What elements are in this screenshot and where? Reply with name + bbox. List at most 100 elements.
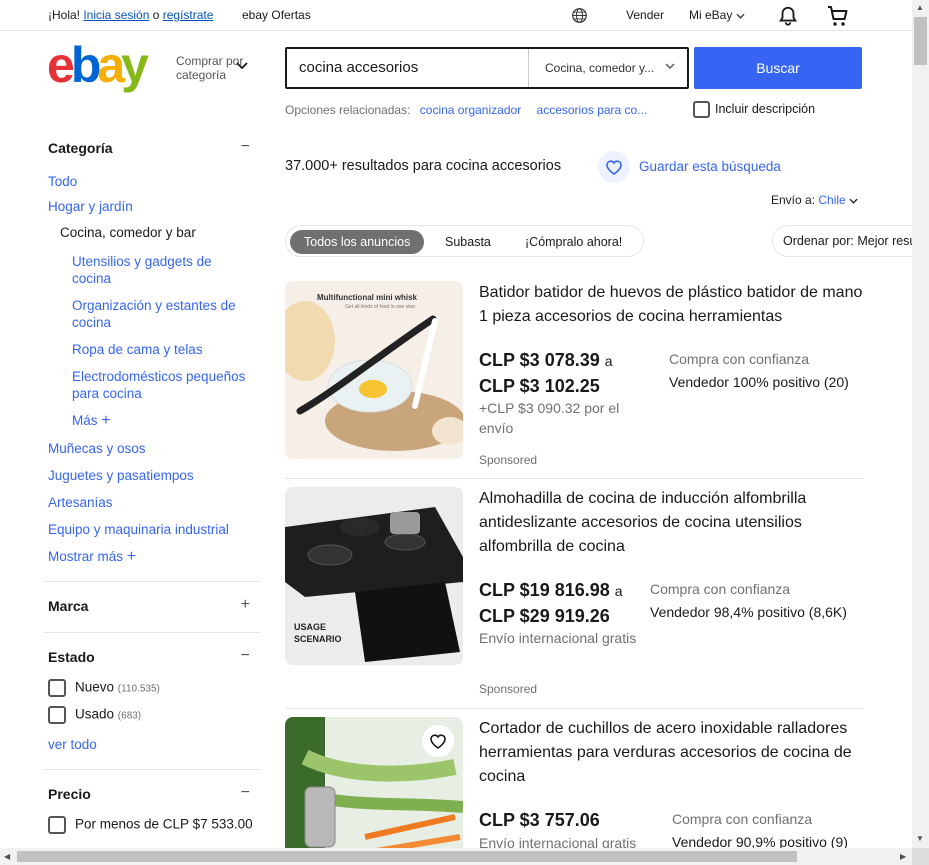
see-all-link[interactable]: ver todo: [44, 736, 97, 753]
horizontal-scroll-thumb[interactable]: [17, 851, 797, 862]
plus-icon: +: [126, 548, 137, 565]
show-more-label: Mostrar más: [48, 549, 124, 564]
item-image[interactable]: Multifunctional mini whisk Get all kinds…: [285, 281, 463, 459]
chevron-down-icon: [236, 62, 248, 70]
category-select[interactable]: Cocina, comedor y...: [528, 49, 689, 87]
sidebar-item-current: Cocina, comedor y bar: [60, 225, 196, 240]
sidebar-subitem-4[interactable]: Electrodomésticos pequeños para cocina: [44, 368, 254, 402]
heart-icon: [606, 160, 622, 175]
ship-to[interactable]: Envío a: Chile: [771, 193, 858, 207]
divider: [44, 769, 260, 770]
price-heading[interactable]: Precio −: [44, 784, 260, 802]
list-item[interactable]: Multifunctional mini whisk Get all kinds…: [285, 281, 864, 471]
item-image[interactable]: [285, 717, 463, 848]
price-option-checkbox[interactable]: Por menos de CLP $7 533.00: [44, 816, 253, 834]
brand-heading-label: Marca: [48, 598, 89, 614]
related-searches: Opciones relacionadas: cocina organizado…: [285, 103, 647, 117]
related-link-1[interactable]: cocina organizador: [420, 103, 521, 117]
sort-dropdown[interactable]: Ordenar por: Mejor resultado: [772, 225, 929, 257]
sidebar-more[interactable]: Más +: [44, 412, 111, 429]
collapse-icon: −: [240, 647, 250, 664]
sponsored-label: Sponsored: [479, 682, 538, 696]
register-link[interactable]: regístrate: [163, 8, 214, 22]
ebay-logo[interactable]: ebay: [47, 42, 169, 94]
image-subcaption: Get all kinds of food in one step: [345, 304, 416, 310]
list-item[interactable]: USAGE SCENARIO Almohadilla de cocina de …: [285, 487, 864, 702]
signin-link[interactable]: Inicia sesión: [83, 8, 149, 22]
scroll-left-arrow-icon[interactable]: ◀: [4, 852, 10, 861]
ship-to-label: Envío a:: [771, 193, 816, 207]
price-heading-label: Precio: [48, 786, 91, 802]
condition-used-checkbox[interactable]: Usado (683): [44, 706, 141, 724]
checkbox-icon: [48, 706, 66, 724]
sidebar-show-more[interactable]: Mostrar más +: [44, 548, 136, 565]
sell-link[interactable]: Vender: [626, 8, 664, 22]
listing-type-tabs: Todos los anuncios Subasta ¡Cómpralo aho…: [285, 225, 644, 257]
related-label: Opciones relacionadas:: [285, 103, 411, 117]
related-link-2[interactable]: accesorios para co...: [537, 103, 648, 117]
greeting-text: ¡Hola!: [48, 8, 84, 22]
search-bar: cocina accesorios Cocina, comedor y...: [285, 47, 689, 89]
search-button[interactable]: Buscar: [694, 47, 862, 89]
seller-rating: Vendedor 98,4% positivo (8,6K): [650, 604, 847, 620]
tab-buy-it-now[interactable]: ¡Cómpralo ahora!: [525, 230, 622, 254]
sidebar-item-dolls[interactable]: Muñecas y osos: [44, 440, 146, 457]
condition-heading[interactable]: Estado −: [44, 647, 260, 665]
save-search-link[interactable]: Guardar esta búsqueda: [639, 159, 781, 174]
sponsored-label: Sponsored: [479, 453, 538, 467]
include-description-checkbox[interactable]: Incluir descripción: [693, 101, 815, 118]
price-option-label: Por menos de CLP $7 533.00: [75, 816, 253, 832]
condition-heading-label: Estado: [48, 649, 95, 665]
sidebar-subitem-2[interactable]: Organización y estantes de cocina: [44, 297, 254, 331]
price-low: CLP $19 816.98: [479, 580, 610, 600]
chevron-down-icon: [665, 63, 675, 69]
vertical-scroll-thumb[interactable]: [914, 17, 927, 65]
sidebar-item-parent[interactable]: Hogar y jardín: [44, 198, 133, 215]
myebay-menu[interactable]: Mi eBay: [689, 8, 745, 22]
item-title[interactable]: Almohadilla de cocina de inducción alfom…: [479, 487, 864, 559]
condition-new-checkbox[interactable]: Nuevo (110.535): [44, 679, 160, 697]
sidebar-subitem-1[interactable]: Utensilios y gadgets de cocina: [44, 253, 254, 287]
svg-text:ebay: ebay: [47, 42, 149, 93]
sidebar-subitem-3[interactable]: Ropa de cama y telas: [44, 341, 254, 358]
price-range-separator: a: [614, 583, 623, 599]
tab-all-listings[interactable]: Todos los anuncios: [290, 230, 425, 254]
checkbox-icon: [48, 816, 66, 834]
cart-icon[interactable]: [826, 4, 850, 28]
deals-link[interactable]: ebay Ofertas: [242, 8, 311, 22]
expand-icon: +: [240, 596, 250, 613]
collapse-icon: −: [240, 138, 250, 155]
save-search-heart[interactable]: [598, 151, 630, 183]
item-image[interactable]: USAGE SCENARIO: [285, 487, 463, 665]
sidebar-item-all[interactable]: Todo: [44, 173, 77, 190]
sidebar-item-toys[interactable]: Juguetes y pasatiempos: [44, 467, 194, 484]
scroll-up-arrow-icon[interactable]: ▲: [916, 3, 924, 12]
shop-by-category-label: Comprar por categoría: [176, 54, 244, 82]
watch-heart-button[interactable]: [422, 725, 454, 757]
chevron-down-icon: [849, 198, 858, 204]
sidebar-item-industrial[interactable]: Equipo y maquinaria industrial: [44, 521, 229, 538]
search-input[interactable]: cocina accesorios: [299, 59, 418, 76]
trust-label: Compra con confianza: [650, 581, 791, 597]
item-price: CLP $19 816.98 a CLP $29 919.26: [479, 578, 623, 629]
item-price: CLP $3 757.06: [479, 810, 600, 830]
condition-label: Usado: [75, 706, 115, 722]
sidebar-item-crafts[interactable]: Artesanías: [44, 494, 113, 511]
horizontal-scrollbar[interactable]: ◀ ▶: [0, 848, 912, 865]
brand-heading[interactable]: Marca +: [44, 596, 260, 614]
bell-icon[interactable]: [777, 5, 799, 27]
item-title[interactable]: Cortador de cuchillos de acero inoxidabl…: [479, 717, 864, 789]
shop-by-category[interactable]: Comprar por categoría: [176, 54, 251, 82]
item-title[interactable]: Batidor batidor de huevos de plástico ba…: [479, 281, 864, 329]
vertical-scrollbar[interactable]: ▲ ▼: [912, 0, 929, 848]
or-text: o: [149, 8, 163, 22]
item-shipping: Envío internacional gratis: [479, 630, 637, 646]
list-item[interactable]: Cortador de cuchillos de acero inoxidabl…: [285, 717, 864, 848]
scroll-right-arrow-icon[interactable]: ▶: [900, 852, 906, 861]
scroll-down-arrow-icon[interactable]: ▼: [916, 834, 924, 843]
category-heading[interactable]: Categoría −: [44, 138, 260, 156]
ship-to-value[interactable]: Chile: [818, 193, 845, 207]
tab-auction[interactable]: Subasta: [445, 230, 491, 254]
price-high: CLP $3 102.25: [479, 376, 600, 396]
globe-icon[interactable]: [571, 7, 588, 24]
